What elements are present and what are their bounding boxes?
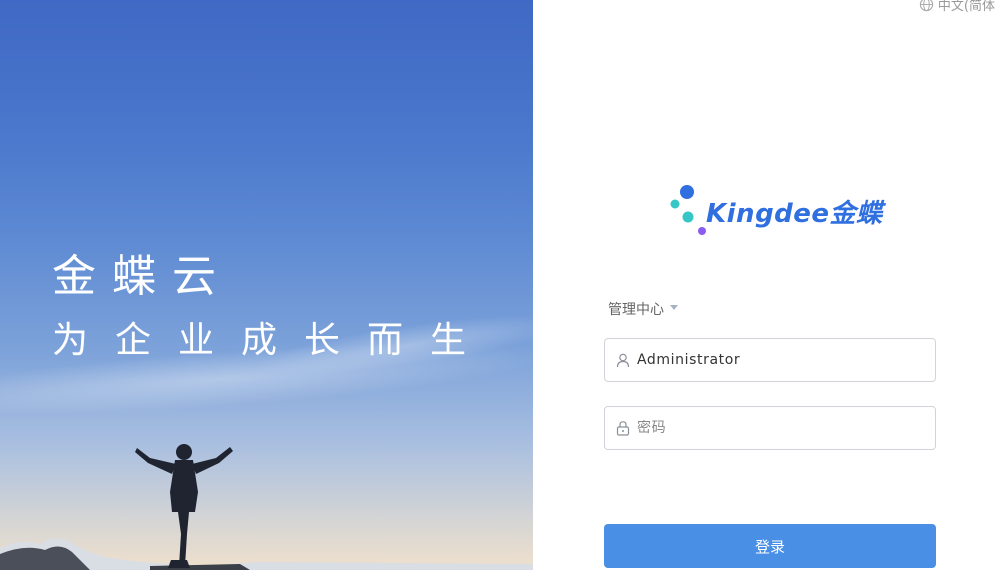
password-field[interactable] bbox=[604, 406, 936, 450]
caret-down-icon bbox=[670, 305, 678, 310]
hero-title: 金蝶云 bbox=[52, 251, 232, 302]
login-button[interactable]: 登录 bbox=[604, 524, 936, 568]
management-center-select[interactable]: 管理中心 bbox=[608, 299, 678, 319]
globe-icon bbox=[919, 0, 934, 12]
username-field[interactable] bbox=[604, 338, 936, 382]
user-icon bbox=[615, 352, 631, 368]
username-input[interactable] bbox=[637, 352, 917, 368]
login-page: 金蝶云 为企业成长而生 中文(简体 Kingdee金蝶 管理中心 Adminis… bbox=[0, 0, 999, 570]
password-input[interactable] bbox=[637, 420, 917, 436]
hero-panel: 金蝶云 为企业成长而生 bbox=[0, 0, 533, 570]
lock-icon bbox=[615, 420, 631, 436]
language-selector[interactable]: 中文(简体 bbox=[919, 0, 995, 14]
kingdee-logo-wordmark: Kingdee金蝶 bbox=[706, 199, 883, 229]
hero-person-silhouette bbox=[0, 444, 533, 570]
hero-subtitle: 为企业成长而生 bbox=[52, 320, 494, 361]
management-center-label: 管理中心 bbox=[608, 302, 664, 318]
language-label: 中文(简体 bbox=[937, 0, 995, 14]
